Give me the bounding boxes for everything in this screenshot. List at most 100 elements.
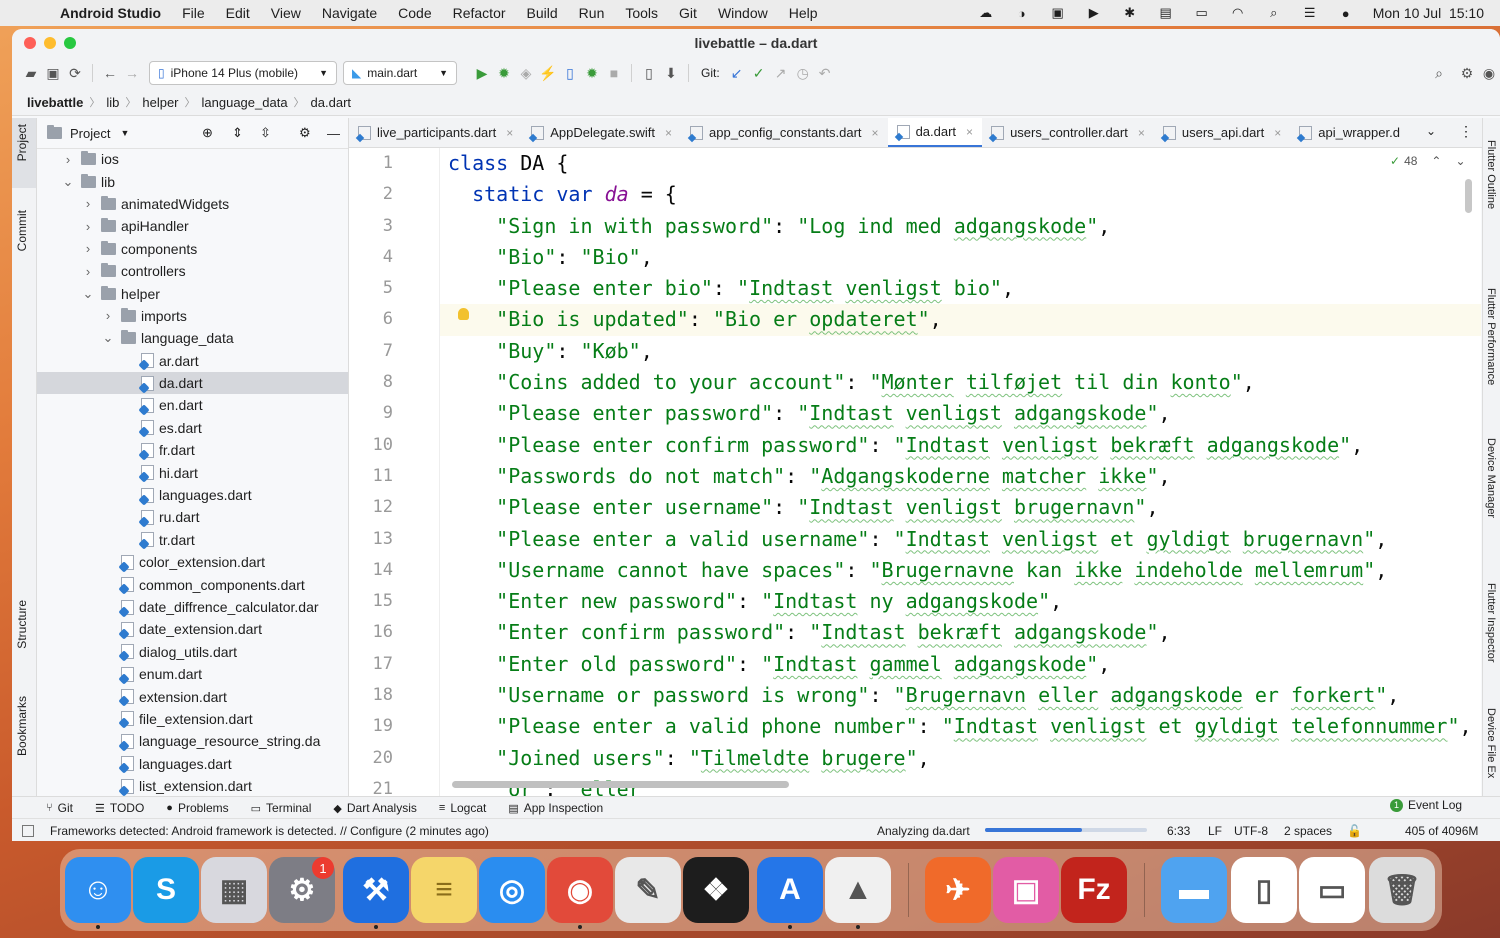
- dock-app-simulator[interactable]: A: [757, 857, 823, 923]
- inspection-widget[interactable]: ✓ 48 ⌃ ⌄: [1390, 154, 1466, 168]
- intention-bulb-icon[interactable]: [458, 308, 469, 320]
- tree-item-da-dart[interactable]: da.dart: [37, 371, 348, 395]
- vpn-icon[interactable]: ▣: [1049, 5, 1067, 21]
- vertical-scrollbar[interactable]: [1465, 179, 1472, 213]
- code-line[interactable]: "Enter old password": "Indtast gammel ad…: [440, 649, 1481, 680]
- indent-setting[interactable]: 2 spaces: [1284, 824, 1332, 838]
- tool-tab-flutter-outline[interactable]: Flutter Outline: [1485, 140, 1497, 209]
- tree-item-imports[interactable]: › imports: [37, 305, 348, 327]
- file-encoding[interactable]: UTF-8: [1234, 824, 1268, 838]
- tree-item-language-data[interactable]: ⌄ language_data: [37, 327, 348, 349]
- collapse-all-icon[interactable]: ⇳: [260, 125, 271, 141]
- close-icon[interactable]: ×: [665, 126, 672, 140]
- tool-tab-project[interactable]: Project: [15, 124, 29, 161]
- stop-icon[interactable]: ■: [603, 62, 625, 84]
- tab-appdelegate-swift[interactable]: AppDelegate.swift ×: [522, 118, 681, 147]
- git-rollback-icon[interactable]: ↶: [814, 62, 836, 84]
- tool-window-problems[interactable]: ● Problems: [166, 801, 228, 815]
- run-icon[interactable]: ▶: [471, 62, 493, 84]
- code-line[interactable]: "Coins added to your account": "Mønter t…: [440, 367, 1481, 398]
- dock-app-document[interactable]: ▭: [1299, 857, 1365, 923]
- menu-app-name[interactable]: Android Studio: [60, 5, 161, 21]
- sdk-manager-icon[interactable]: ⬇: [660, 62, 682, 84]
- forward-icon[interactable]: →: [121, 62, 143, 84]
- chevron-up-icon[interactable]: ⌃: [1431, 154, 1441, 168]
- lock-icon[interactable]: 🔓: [1347, 824, 1362, 838]
- code-line[interactable]: "Joined users": "Tilmeldte brugere",: [440, 743, 1481, 774]
- menu-navigate[interactable]: Navigate: [322, 5, 377, 21]
- play-icon[interactable]: ▶: [1085, 5, 1103, 21]
- gear-icon[interactable]: ⚙: [1456, 62, 1478, 84]
- chevron-down-icon[interactable]: ⌄: [81, 286, 95, 302]
- dock-app-launchpad[interactable]: ▦: [201, 857, 267, 923]
- code-line[interactable]: class DA {: [440, 148, 1481, 179]
- code-line[interactable]: static var da = {: [440, 179, 1481, 210]
- menu-run[interactable]: Run: [579, 5, 605, 21]
- tree-item-fr-dart[interactable]: fr.dart: [37, 439, 348, 461]
- run-with-coverage-icon[interactable]: ◈: [515, 62, 537, 84]
- menu-build[interactable]: Build: [527, 5, 558, 21]
- dock-app-postman[interactable]: ✈: [925, 857, 991, 923]
- attach-debugger-icon[interactable]: ✹: [581, 62, 603, 84]
- git-history-icon[interactable]: ◷: [792, 62, 814, 84]
- chevron-right-icon[interactable]: ›: [101, 308, 115, 323]
- menu-code[interactable]: Code: [398, 5, 431, 21]
- tree-item-color-extension-dart[interactable]: color_extension.dart: [37, 551, 348, 573]
- zoom-window-button[interactable]: [64, 37, 76, 49]
- tree-item-components[interactable]: › components: [37, 238, 348, 260]
- code-line[interactable]: "Username cannot have spaces": "Brugerna…: [440, 555, 1481, 586]
- dock-app-figma[interactable]: ❖: [683, 857, 749, 923]
- tab-users-controller-dart[interactable]: users_controller.dart ×: [982, 118, 1154, 147]
- menu-clock[interactable]: Mon 10 Jul 15:10: [1373, 5, 1484, 21]
- tree-item-controllers[interactable]: › controllers: [37, 260, 348, 282]
- horizontal-scrollbar[interactable]: [452, 781, 789, 788]
- hot-reload-icon[interactable]: ⚡: [537, 62, 559, 84]
- breadcrumb-language-data[interactable]: language_data: [202, 95, 288, 110]
- dock-app-trash[interactable]: 🗑: [1369, 857, 1435, 923]
- close-icon[interactable]: ×: [1274, 126, 1281, 140]
- chevron-down-icon[interactable]: ⌄: [1455, 154, 1465, 168]
- tool-tab-commit[interactable]: Commit: [15, 210, 29, 251]
- code-line[interactable]: "Bio": "Bio",: [440, 242, 1481, 273]
- tree-item-language-resource-string-da[interactable]: language_resource_string.da: [37, 730, 348, 752]
- menu-help[interactable]: Help: [789, 5, 818, 21]
- close-window-button[interactable]: [24, 37, 36, 49]
- tool-window-logcat[interactable]: ≡ Logcat: [439, 801, 486, 815]
- dock-app-chrome[interactable]: ◉: [547, 857, 613, 923]
- chevron-right-icon[interactable]: ›: [81, 219, 95, 234]
- tree-item-en-dart[interactable]: en.dart: [37, 394, 348, 416]
- caret-position[interactable]: 6:33: [1167, 824, 1190, 838]
- keyboard-icon[interactable]: ▤: [1157, 5, 1175, 21]
- chevron-right-icon[interactable]: ›: [81, 241, 95, 256]
- breadcrumb-lib[interactable]: lib: [106, 95, 119, 110]
- tree-item-ios[interactable]: › ios: [37, 148, 348, 170]
- tool-window-app-inspection[interactable]: ▤ App Inspection: [508, 801, 603, 815]
- sync-icon[interactable]: ⟳: [64, 62, 86, 84]
- dock-app-android-studio[interactable]: ▲: [825, 857, 891, 923]
- run-config-selector[interactable]: ◣ main.dart ▼: [343, 61, 457, 85]
- siri-icon[interactable]: ●: [1337, 5, 1355, 21]
- device-manager-icon[interactable]: ▯: [638, 62, 660, 84]
- tab-users-api-dart[interactable]: users_api.dart ×: [1154, 118, 1290, 147]
- device-mirror-icon[interactable]: ▯: [559, 62, 581, 84]
- code-line[interactable]: "Sign in with password": "Log ind med ad…: [440, 211, 1481, 242]
- close-icon[interactable]: ×: [1138, 126, 1145, 140]
- tree-item-ru-dart[interactable]: ru.dart: [37, 506, 348, 528]
- chevron-right-icon[interactable]: ›: [61, 152, 75, 167]
- tree-item-apihandler[interactable]: › apiHandler: [37, 215, 348, 237]
- spotlight-search-icon[interactable]: ⌕: [1265, 5, 1283, 21]
- breadcrumb-helper[interactable]: helper: [142, 95, 178, 110]
- open-folder-icon[interactable]: ▰: [20, 62, 42, 84]
- battery-icon[interactable]: ▭: [1193, 5, 1211, 21]
- minimize-window-button[interactable]: [44, 37, 56, 49]
- tree-item-date-extension-dart[interactable]: date_extension.dart: [37, 618, 348, 640]
- code-line[interactable]: "Buy": "Køb",: [440, 336, 1481, 367]
- dock-app-skype[interactable]: S: [133, 857, 199, 923]
- tool-window-git[interactable]: ⑂ Git: [46, 801, 73, 815]
- code-line[interactable]: "Enter confirm password": "Indtast bekræ…: [440, 617, 1481, 648]
- code-line[interactable]: "Please enter password": "Indtast venlig…: [440, 398, 1481, 429]
- tab-live-participants-dart[interactable]: live_participants.dart ×: [349, 118, 522, 147]
- menu-git[interactable]: Git: [679, 5, 697, 21]
- tool-tab-flutter-performance[interactable]: Flutter Performance: [1485, 288, 1497, 385]
- code-line[interactable]: "Please enter username": "Indtast venlig…: [440, 492, 1481, 523]
